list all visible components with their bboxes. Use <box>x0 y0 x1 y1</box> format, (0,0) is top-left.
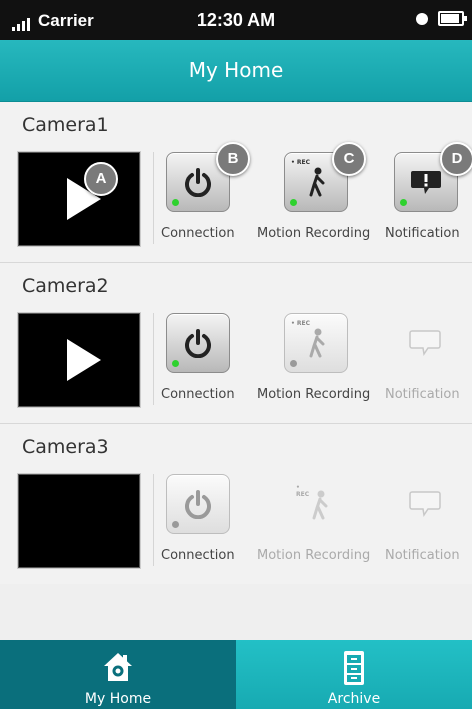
home-icon <box>104 653 132 681</box>
callout-badge: A <box>84 162 118 196</box>
walking-person-icon <box>309 167 325 197</box>
list-spacer <box>0 584 472 640</box>
camera-preview[interactable] <box>18 474 140 568</box>
callout-badge: C <box>332 142 366 176</box>
page-title: My Home <box>0 40 472 102</box>
connection-label: Connection <box>161 548 235 563</box>
tab-label: Archive <box>327 691 381 707</box>
power-icon <box>185 168 211 197</box>
notification-icon <box>409 491 441 517</box>
status-time: 12:30 AM <box>196 10 276 30</box>
camera-card: Camera3 Connection • REC Motion Recordin… <box>0 424 472 585</box>
rec-label: • REC <box>291 320 311 327</box>
connection-toggle[interactable] <box>166 474 230 534</box>
camera-card: Camera2 Connection • REC Motion Recordin… <box>0 263 472 424</box>
motion-recording-label: Motion Recording <box>257 548 371 563</box>
walking-person-icon <box>312 490 328 520</box>
play-icon <box>67 339 101 381</box>
connection-label: Connection <box>161 387 235 402</box>
callout-badge: D <box>440 142 472 176</box>
camera-name: Camera2 <box>22 275 109 297</box>
notification-label: Notification <box>385 548 460 563</box>
status-dot <box>290 360 297 367</box>
tab-label: My Home <box>84 691 152 707</box>
motion-recording-toggle[interactable]: • REC <box>284 313 348 373</box>
archive-icon <box>344 651 364 685</box>
camera-name: Camera3 <box>22 436 109 458</box>
power-icon <box>185 329 211 358</box>
camera-preview[interactable] <box>18 152 140 246</box>
camera-name: Camera1 <box>22 114 109 136</box>
notification-icon <box>409 330 441 356</box>
notification-label: Notification <box>385 387 460 402</box>
status-dot <box>290 199 297 206</box>
connection-label: Connection <box>161 226 235 241</box>
rec-label: • REC <box>291 159 311 166</box>
notification-label: Notification <box>385 226 460 241</box>
rec-label: • REC <box>296 484 310 498</box>
motion-recording-label: Motion Recording <box>257 387 371 402</box>
notification-icon <box>411 171 441 194</box>
connection-toggle[interactable] <box>166 313 230 373</box>
alarm-icon <box>416 12 428 25</box>
tab-bar: My Home Archive <box>0 640 472 709</box>
status-bar: Carrier 12:30 AM <box>0 0 472 40</box>
callout-badge: B <box>216 142 250 176</box>
status-dot <box>400 199 407 206</box>
status-dot <box>172 199 179 206</box>
tab-archive[interactable]: Archive <box>236 640 472 709</box>
divider <box>153 313 154 405</box>
divider <box>153 152 154 244</box>
walking-person-icon <box>309 328 325 358</box>
battery-icon <box>438 11 467 26</box>
divider <box>153 474 154 566</box>
status-dot <box>172 360 179 367</box>
status-dot <box>172 521 179 528</box>
power-icon <box>185 490 211 519</box>
camera-preview[interactable] <box>18 313 140 407</box>
tab-my-home[interactable]: My Home <box>0 640 236 709</box>
motion-recording-label: Motion Recording <box>257 226 371 241</box>
camera-card: Camera1 A Connection B • REC Motion Reco… <box>0 102 472 263</box>
